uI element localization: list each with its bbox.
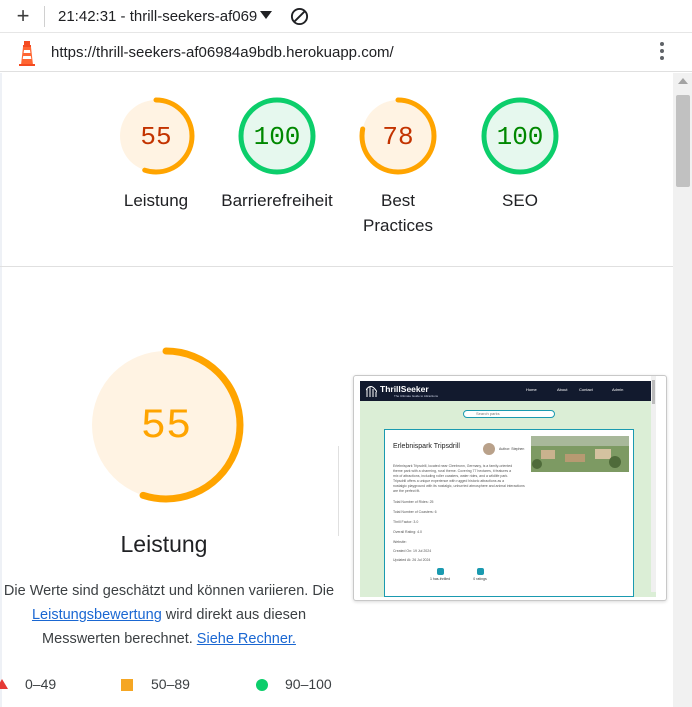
screenshot-nav-about: About — [557, 387, 568, 392]
lighthouse-icon — [19, 41, 35, 66]
gauge-score-value: 100 — [497, 122, 544, 152]
screenshot-park-card: Erlebnispark Tripsdrill Author: Stephen … — [384, 429, 634, 597]
screenshot-fact: Thrill Factor: 3.0 — [393, 520, 419, 524]
screenshot-scrollbar — [651, 376, 656, 592]
screenshot-desc-line: theme park with a charming, rural theme.… — [393, 469, 512, 473]
screenshot-nav-admin: Admin — [612, 387, 624, 392]
park-photo-image — [531, 436, 629, 472]
screenshot-fact: Total Number of Rides: 25 — [393, 500, 434, 504]
screenshot-fact: Updated At: 26 Jul 2024 — [393, 558, 431, 562]
screenshot-author: Author: Stephen — [499, 447, 525, 451]
desc-text-3: Messwerten berechnet. — [42, 631, 197, 647]
report-selector[interactable]: 21:42:31 - thrill-seekers-af0698 — [58, 8, 258, 25]
gauge-best-practices-ring: 78 — [359, 97, 437, 175]
screenshot-logo: ThrillSeeker — [380, 384, 429, 394]
final-screenshot-thumbnail[interactable]: ThrillSeeker The Ultimate Guide to Attra… — [353, 375, 667, 601]
screenshot-nav-contact: Contact — [579, 387, 593, 392]
desc-text-2: wird direkt aus diesen — [161, 607, 307, 623]
gauge-seo[interactable]: 100 SEO — [455, 96, 585, 213]
screenshot-desc-line: Tripsdrill offers a unique experience wi… — [393, 479, 505, 483]
screenshot-park-title: Erlebnispark Tripsdrill — [393, 443, 460, 450]
screenshot-desc-line: Erlebnispark Tripsdrill, located near Cl… — [393, 464, 513, 468]
gauge-performance-label: Leistung — [123, 191, 189, 210]
gauge-score-value: 100 — [254, 122, 301, 152]
screenshot-page: ThrillSeeker The Ultimate Guide to Attra… — [360, 381, 656, 597]
screenshot-search: Search parks — [463, 410, 555, 418]
scroll-up-icon[interactable] — [678, 78, 688, 84]
more-options-icon[interactable] — [655, 42, 669, 64]
average-square-icon — [121, 679, 133, 691]
calculator-link[interactable]: Siehe Rechner. — [197, 631, 296, 647]
clear-icon[interactable] — [290, 7, 309, 26]
screenshot-scrollbar-thumb — [652, 380, 655, 404]
gauge-best-practices-label: Best Practices — [363, 191, 433, 235]
screenshot-avatar — [483, 443, 495, 455]
screenshot-park-photo — [531, 436, 629, 472]
gauge-seo-ring: 100 — [481, 97, 559, 175]
stat-count: 1 — [429, 577, 432, 581]
legend-average-range: 50–89 — [151, 676, 190, 692]
screenshot-desc-line: mix of attractions, including roller coa… — [393, 474, 509, 478]
gauge-accessibility[interactable]: 100 Barrierefreiheit — [212, 96, 342, 213]
gauge-seo-label: SEO — [502, 191, 538, 210]
section-divider — [0, 266, 673, 267]
screenshot-stat-thrilled: 1 has-thrilled — [425, 568, 455, 581]
screenshot-tagline: The Ultimate Guide to Attractions — [394, 394, 439, 398]
performance-description: Die Werte sind geschätzt und können vari… — [0, 579, 344, 651]
screenshot-navbar: ThrillSeeker The Ultimate Guide to Attra… — [360, 381, 656, 401]
gauge-performance-ring: 55 — [117, 97, 195, 175]
audited-url[interactable]: https://thrill-seekers-af06984a9bdb.hero… — [51, 44, 394, 61]
performance-score-gauge: 55 — [88, 347, 244, 503]
gauge-accessibility-ring: 100 — [238, 97, 316, 175]
performance-scoring-link[interactable]: Leistungsbewertung — [32, 607, 162, 623]
stat-label: has-thrilled — [432, 577, 451, 581]
screenshot-fact: Website: — [393, 540, 407, 544]
stat-count: 0 — [473, 577, 476, 581]
fail-triangle-icon — [0, 679, 8, 689]
new-report-button[interactable]: + — [13, 5, 33, 27]
performance-score-value: 55 — [141, 402, 191, 450]
url-bar: https://thrill-seekers-af06984a9bdb.hero… — [0, 33, 692, 72]
screenshot-desc-line: nostalgic playground with its nostalgic,… — [393, 484, 525, 488]
cup-icon — [436, 568, 444, 575]
gauge-accessibility-label: Barrierefreiheit — [221, 191, 333, 210]
desc-text-1: Die Werte sind geschätzt und können vari… — [3, 583, 335, 599]
report-content: 55 Leistung 100 Barrierefreiheit 78 Best… — [0, 73, 673, 707]
scrollbar-thumb[interactable] — [676, 95, 690, 187]
legend-pass-range: 90–100 — [285, 676, 332, 692]
pass-circle-icon — [256, 679, 268, 691]
toolbar-separator — [44, 6, 45, 27]
gauge-score-value: 55 — [140, 122, 171, 152]
screenshot-fact: Total Number of Coasters: 6 — [393, 510, 437, 514]
star-icon — [476, 568, 484, 575]
gauge-score-value: 78 — [382, 122, 413, 152]
gauge-performance[interactable]: 55 Leistung — [91, 96, 221, 213]
screenshot-stat-ratings: 0 ratings — [465, 568, 495, 581]
chevron-down-icon[interactable] — [260, 11, 272, 19]
stat-label: ratings — [476, 577, 487, 581]
screenshot-desc-line: are the perfect fit. — [393, 489, 421, 493]
screenshot-nav-home: Home — [526, 387, 537, 392]
performance-title: Leistung — [120, 531, 208, 557]
gauge-best-practices[interactable]: 78 Best Practices — [333, 96, 463, 238]
coaster-logo-icon — [366, 386, 377, 397]
scrollbar[interactable] — [673, 73, 692, 707]
screenshot-fact: Overall Rating: 4.0 — [393, 530, 422, 534]
screenshot-fact: Created On: 19 Jul 2024 — [393, 549, 432, 553]
vertical-divider — [338, 446, 339, 536]
legend-fail-range: 0–49 — [25, 676, 57, 692]
devtools-toolbar: + 21:42:31 - thrill-seekers-af0698 — [0, 0, 692, 33]
